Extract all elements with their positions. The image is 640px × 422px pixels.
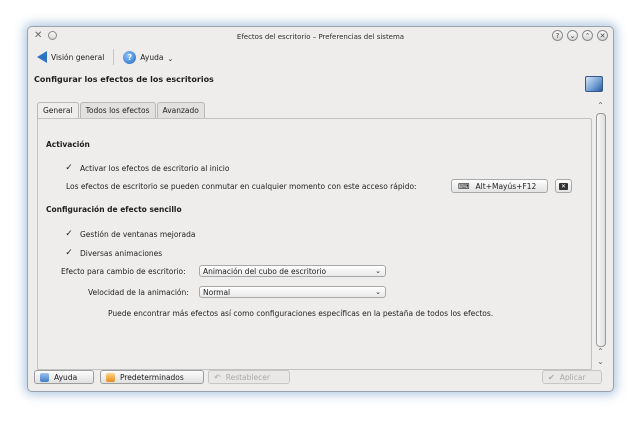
close-button[interactable]: ✕ [597,30,608,41]
shortcut-button[interactable]: ⌨ Alt+Mayús+F12 [451,179,548,193]
window-title: Efectos del escritorio – Preferencias de… [236,32,405,41]
defaults-button[interactable]: Predeterminados [100,370,204,384]
enable-effects-checkbox[interactable]: ✓ [64,163,74,173]
overview-label: Visión general [51,52,105,62]
overview-button[interactable]: Visión general [34,50,107,64]
desktop-switch-label: Efecto para cambio de escritorio: [61,267,186,276]
enable-effects-checkbox-row[interactable]: ✓ Activar los efectos de escritorio al i… [64,163,229,173]
toolbar-separator [113,49,115,65]
page-title: Configurar los efectos de los escritorio… [34,75,214,84]
maximize-button[interactable]: ⌃ [582,30,593,41]
apply-check-icon: ✔ [548,372,555,382]
desktop-switch-combo[interactable]: Animación del cubo de escritorio ⌄ [199,265,386,277]
shortcut-value: Alt+Mayús+F12 [475,181,537,191]
reset-button[interactable]: ↶ Restablecer [208,370,290,384]
apply-button-label: Aplicar [559,372,586,382]
reset-button-label: Restablecer [225,372,270,382]
tab-bar: General Todos los efectos Avanzado [37,102,206,119]
shortcut-description: Los efectos de escritorio se pueden conm… [66,182,417,191]
chevron-down-icon: ⌄ [375,288,381,296]
vertical-scrollbar[interactable]: ⌃ ⌃ ⌄ [595,101,606,369]
speed-value: Normal [203,287,231,297]
chevron-down-icon: ⌄ [167,55,174,63]
scroll-up-icon-2[interactable]: ⌃ [595,347,606,357]
tab-advanced[interactable]: Avanzado [156,102,205,119]
back-arrow-icon [37,51,47,63]
apply-button[interactable]: ✔ Aplicar [542,370,602,384]
info-text: Puede encontrar más efectos así como con… [108,309,494,318]
help-menu-label: Ayuda [140,52,164,62]
help-button-label: Ayuda [54,372,78,382]
keyboard-icon: ⌨ [458,181,470,191]
enable-effects-label: Activar los efectos de escritorio al ini… [80,163,230,173]
animations-checkbox-row[interactable]: ✓ Diversas animaciones [64,248,162,258]
help-title-button[interactable]: ? [552,30,563,41]
scrollbar-handle[interactable] [596,113,606,347]
defaults-button-label: Predeterminados [120,372,184,382]
general-tab-panel [37,118,592,370]
desktop-effects-icon [585,76,603,92]
speed-combo[interactable]: Normal ⌄ [199,286,386,298]
activation-section-title: Activación [46,140,90,149]
help-book-icon [40,372,49,382]
desktop-switch-value: Animación del cubo de escritorio [203,266,327,276]
tab-all-effects[interactable]: Todos los efectos [79,102,156,119]
chevron-down-icon: ⌄ [375,267,381,275]
animations-checkbox[interactable]: ✓ [64,248,74,258]
clear-shortcut-button[interactable]: ✕ [555,179,572,193]
speed-label: Velocidad de la animación: [88,288,189,297]
minimize-button[interactable]: ⌄ [567,30,578,41]
help-button[interactable]: Ayuda [34,370,94,384]
tools-icon[interactable]: ✕ [34,30,42,41]
window-mgmt-label: Gestión de ventanas mejorada [80,229,196,239]
window-mgmt-checkbox-row[interactable]: ✓ Gestión de ventanas mejorada [64,229,195,239]
help-icon: ? [123,50,137,64]
window-mgmt-checkbox[interactable]: ✓ [64,229,74,239]
animations-label: Diversas animaciones [80,248,163,258]
simple-config-section-title: Configuración de efecto sencillo [46,205,182,214]
pin-icon[interactable] [48,31,58,40]
help-menu-button[interactable]: ? Ayuda ⌄ [120,50,176,65]
scroll-up-icon[interactable]: ⌃ [595,101,606,111]
reset-icon: ↶ [214,372,221,382]
defaults-icon [106,372,115,382]
system-settings-window: ✕ Efectos del escritorio – Preferencias … [27,26,614,392]
clear-icon: ✕ [559,182,568,190]
scroll-down-icon[interactable]: ⌄ [595,357,606,367]
toolbar: Visión general ? Ayuda ⌄ [34,47,176,67]
title-bar: ✕ Efectos del escritorio – Preferencias … [28,27,613,46]
tab-general[interactable]: General [37,102,79,119]
